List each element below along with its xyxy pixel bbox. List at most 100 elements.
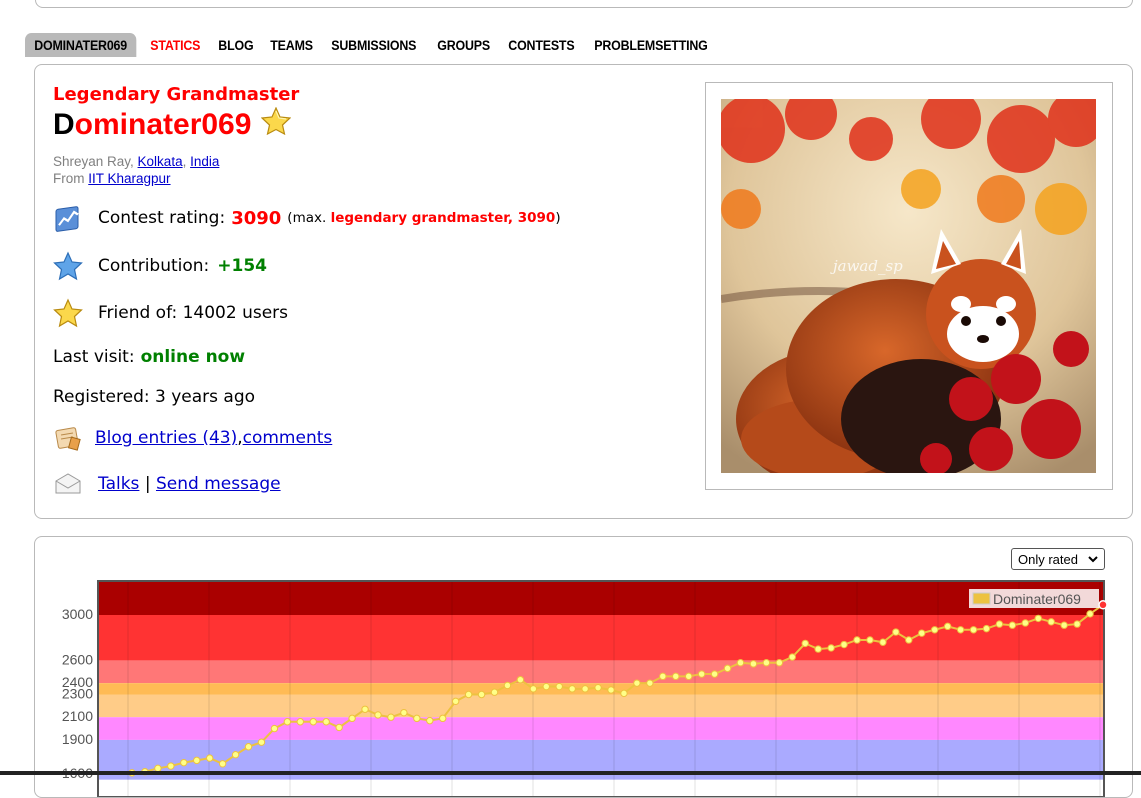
rating-point (697, 670, 706, 678)
rating-point (1060, 621, 1068, 629)
last-visit-value: online now (140, 347, 246, 367)
talks-link[interactable]: Talks (98, 474, 139, 494)
avatar[interactable]: jawad_sp (721, 99, 1096, 473)
rating-point (905, 636, 913, 644)
rating-point (866, 636, 874, 644)
rating-point (387, 713, 395, 721)
user-handle[interactable]: Dominater069 (53, 106, 292, 143)
rating-point (775, 659, 784, 667)
rating-point (594, 683, 602, 692)
rating-band-top (98, 581, 1104, 615)
rating-point (840, 640, 848, 649)
rating-point (529, 685, 538, 693)
country-link[interactable]: India (190, 154, 219, 169)
chevron-down-icon (1087, 552, 1099, 569)
tab-dominater069[interactable]: DOMINATER069 (25, 33, 137, 57)
contribution-star-icon (53, 251, 83, 281)
rating-band-4 (98, 694, 1104, 718)
y-tick-label: 2300 (62, 686, 93, 702)
rating-point (296, 718, 305, 726)
y-tick-label: 2100 (62, 708, 93, 724)
tab-blog[interactable]: BLOG (210, 33, 262, 57)
rating-point (283, 718, 292, 726)
blog-entries-link[interactable]: Blog entries (43) (95, 428, 237, 448)
max-rating-note: (max. legendary grandmaster, 3090) (287, 210, 560, 226)
rating-point (244, 743, 253, 751)
rating-point (827, 644, 835, 652)
rating-point (788, 653, 796, 661)
rating-point (1008, 621, 1017, 629)
rating-band-5 (98, 717, 1104, 740)
contest-rating-label: Contest rating: (98, 208, 226, 228)
y-tick-label: 2600 (62, 651, 93, 667)
pipe-separator: | (139, 474, 156, 494)
rating-band-2 (98, 660, 1104, 684)
separator: , (182, 154, 191, 169)
rating-point (348, 714, 356, 723)
organization-link[interactable]: IIT Kharagpur (88, 171, 170, 186)
rating-point (439, 714, 447, 723)
envelope-icon (53, 469, 83, 499)
rating-point (943, 622, 952, 631)
rating-point (581, 685, 589, 693)
rating-point (982, 624, 991, 633)
rated-filter-value: Only rated (1018, 551, 1078, 567)
from-label: From (53, 171, 89, 186)
rating-point (607, 686, 615, 694)
handle-first-letter: D (53, 108, 75, 141)
comments-link[interactable]: comments (243, 428, 333, 448)
rating-point (218, 760, 227, 768)
rating-point (309, 718, 317, 726)
rating-point (1047, 618, 1055, 626)
rating-point (542, 682, 550, 691)
send-message-link[interactable]: Send message (156, 474, 281, 494)
rating-point (620, 689, 628, 698)
rating-point (231, 750, 240, 759)
rating-point (918, 629, 926, 637)
user-name: Shreyan Ray, (53, 154, 138, 169)
y-tick-label: 1900 (62, 731, 93, 747)
rating-point (995, 620, 1004, 628)
rating-point (710, 670, 719, 678)
rating-point (180, 758, 188, 767)
tab-groups[interactable]: GROUPS (429, 33, 498, 57)
rating-point (400, 708, 408, 717)
avatar-frame: jawad_sp (705, 82, 1113, 490)
last-visit-label: Last visit: (53, 347, 135, 367)
tab-contests[interactable]: CONTESTS (500, 33, 583, 57)
rating-point (503, 681, 512, 690)
rating-chart[interactable]: 3000260024002300210019001600Dominater069 (35, 537, 1132, 797)
friend-row: Friend of: 14002 users (53, 298, 288, 328)
tab-problemsetting[interactable]: PROBLEMSETTING (586, 33, 716, 57)
star-icon (261, 106, 292, 143)
rating-point (1073, 620, 1081, 628)
rating-point (568, 685, 576, 693)
contest-rating-row: Contest rating: 3090 (max. legendary gra… (53, 203, 561, 233)
rating-point (374, 711, 382, 719)
rating-point (736, 659, 745, 667)
user-rank: Legendary Grandmaster (53, 84, 300, 105)
rating-point (672, 672, 680, 681)
max-rating-value: legendary grandmaster, 3090 (330, 210, 556, 226)
city-link[interactable]: Kolkata (138, 154, 183, 169)
rating-point (426, 716, 434, 725)
rating-point (814, 645, 822, 653)
rating-point (762, 659, 771, 667)
rating-point (322, 718, 330, 726)
rating-point (1034, 614, 1042, 623)
rating-point (659, 672, 667, 681)
last-visit-row: Last visit: online now (53, 347, 245, 367)
top-panel-frame (35, 0, 1133, 8)
y-tick-label: 3000 (62, 606, 93, 622)
rating-point (969, 626, 978, 634)
tab-teams[interactable]: TEAMS (262, 33, 321, 57)
rating-point (361, 705, 369, 713)
handle-rest: ominater069 (74, 108, 252, 141)
rating-point (1098, 600, 1108, 610)
rating-point (879, 638, 887, 646)
rating-point (1021, 619, 1030, 627)
rating-point (167, 762, 175, 770)
tab-submissions[interactable]: SUBMISSIONS (323, 33, 425, 57)
rated-filter-select[interactable]: Only rated (1011, 548, 1105, 570)
tab-statics[interactable]: STATICS (142, 33, 209, 57)
